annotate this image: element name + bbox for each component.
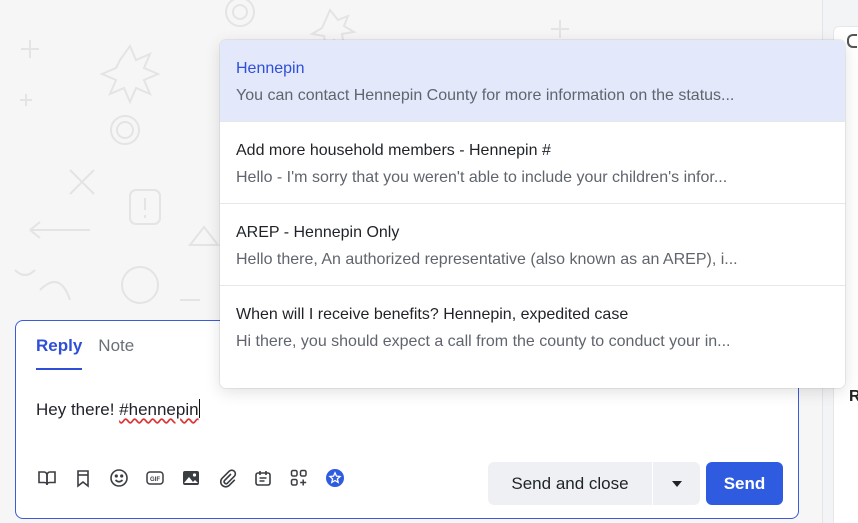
book-icon[interactable] — [36, 467, 58, 489]
message-input[interactable]: Hey there! #hennepin — [36, 399, 200, 420]
macro-suggestion-item[interactable]: Hennepin You can contact Hennepin County… — [220, 40, 845, 122]
panel-heading-peek: R — [849, 388, 858, 405]
ai-star-icon[interactable] — [324, 467, 346, 489]
macro-preview: Hello there, An authorized representativ… — [236, 251, 738, 268]
svg-text:GIF: GIF — [150, 477, 160, 483]
message-text: Hey there! — [36, 400, 120, 419]
tab-reply[interactable]: Reply — [36, 336, 83, 370]
bookmark-icon[interactable] — [72, 467, 94, 489]
chevron-down-icon — [671, 480, 682, 487]
macro-hashtag: #hennepin — [119, 400, 199, 419]
macro-title: Hennepin — [236, 60, 305, 77]
macro-suggestion-item[interactable]: When will I receive benefits? Hennepin, … — [220, 286, 845, 368]
article-icon[interactable] — [252, 467, 274, 489]
composer-toolbar: GIF — [36, 467, 346, 489]
text-caret — [198, 399, 200, 418]
composer-tabs: Reply Note — [36, 336, 134, 370]
macro-preview: Hi there, you should expect a call from … — [236, 333, 731, 350]
send-button[interactable]: Send — [706, 462, 783, 505]
attachment-icon[interactable] — [216, 467, 238, 489]
macro-suggestions-dropdown: Hennepin You can contact Hennepin County… — [220, 40, 845, 388]
macro-suggestion-item[interactable]: Add more household members - Hennepin # … — [220, 122, 845, 204]
image-icon[interactable] — [180, 467, 202, 489]
gif-icon[interactable]: GIF — [144, 467, 166, 489]
send-options-dropdown[interactable] — [653, 462, 700, 505]
panel-icon — [847, 34, 857, 48]
macro-preview: You can contact Hennepin County for more… — [236, 87, 735, 104]
macro-suggestion-item[interactable]: AREP - Hennepin Only Hello there, An aut… — [220, 204, 845, 286]
send-and-close-button[interactable]: Send and close — [488, 462, 652, 505]
emoji-icon[interactable] — [108, 467, 130, 489]
apps-add-icon[interactable] — [288, 467, 310, 489]
macro-preview: Hello - I'm sorry that you weren't able … — [236, 169, 728, 186]
send-and-close-group: Send and close — [488, 462, 700, 505]
macro-title: AREP - Hennepin Only — [236, 224, 400, 241]
macro-title: Add more household members - Hennepin # — [236, 142, 551, 159]
tab-note[interactable]: Note — [98, 336, 134, 370]
macro-title: When will I receive benefits? Hennepin, … — [236, 306, 629, 323]
